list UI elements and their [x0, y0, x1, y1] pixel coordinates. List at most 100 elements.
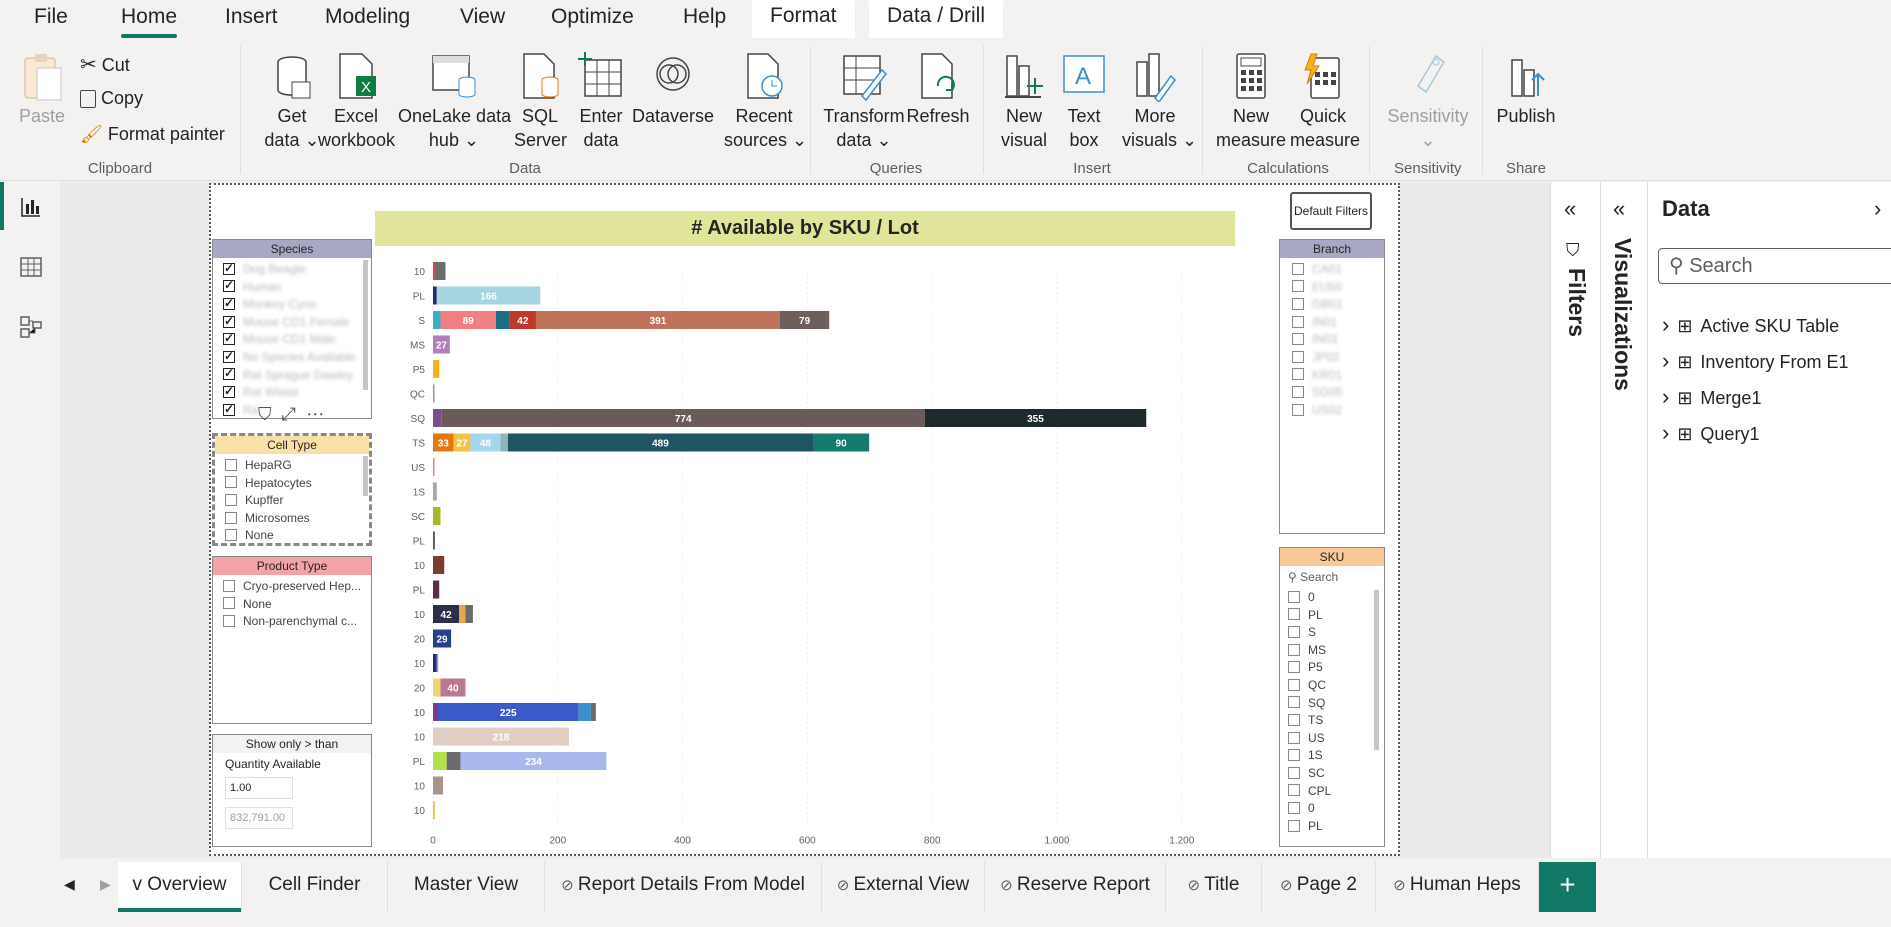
page-tab[interactable]: ⊘ Report Details From Model: [545, 862, 822, 912]
checkbox[interactable]: [223, 402, 235, 416]
bar-segment[interactable]: [436, 654, 439, 672]
get-data-button[interactable]: Get data ⌄: [262, 52, 322, 152]
recent-sources-button[interactable]: Recent sources ⌄: [724, 52, 807, 152]
copy-button[interactable]: Copy: [80, 88, 143, 109]
species-item[interactable]: Mouse CD1 Male: [223, 331, 336, 348]
bar-segment[interactable]: [433, 752, 447, 770]
page-tab[interactable]: Cell Finder: [242, 862, 388, 912]
checkbox[interactable]: [223, 296, 235, 311]
checkbox[interactable]: [1288, 696, 1300, 709]
data-table-item[interactable]: › ⊞ Active SKU Table: [1662, 312, 1839, 338]
bar-segment[interactable]: [433, 703, 438, 721]
cell-type-item[interactable]: Microsomes: [225, 511, 310, 527]
species-item[interactable]: Rat Sprague Dawley: [223, 366, 353, 384]
sku-item[interactable]: S: [1288, 625, 1316, 641]
visualizations-pane-title[interactable]: Visualizations: [1609, 238, 1636, 391]
sku-item[interactable]: 0: [1288, 801, 1315, 817]
text-box-button[interactable]: A Text box: [1058, 52, 1110, 152]
menu-insert[interactable]: Insert: [225, 4, 278, 34]
checkbox[interactable]: [1288, 731, 1300, 744]
default-filters-button[interactable]: Default Filters: [1290, 192, 1372, 230]
bar-segment[interactable]: [433, 654, 437, 672]
species-item[interactable]: No Species Available: [223, 349, 356, 366]
checkbox[interactable]: [1292, 368, 1304, 381]
sku-item[interactable]: PL: [1288, 608, 1323, 624]
page-tab[interactable]: ⊘ External View: [822, 862, 985, 912]
species-item[interactable]: Rat Wistar: [223, 384, 299, 401]
species-item[interactable]: Monkey Cyno: [223, 296, 316, 313]
checkbox[interactable]: [1288, 714, 1300, 727]
onelake-hub-button[interactable]: OneLake data hub ⌄: [398, 52, 511, 152]
quick-measure-button[interactable]: Quick measure: [1290, 52, 1360, 152]
cell-type-item[interactable]: HepaRG: [225, 458, 292, 474]
branch-item[interactable]: SG05: [1292, 385, 1343, 401]
bar-segment[interactable]: [433, 458, 435, 476]
sql-server-button[interactable]: SQL Server: [514, 52, 567, 152]
checkbox[interactable]: [1292, 403, 1304, 416]
bar-segment[interactable]: [446, 752, 461, 770]
species-item[interactable]: Dog Beagle: [223, 261, 306, 278]
menu-home[interactable]: Home: [121, 4, 178, 38]
page-tab[interactable]: Master View: [388, 862, 545, 912]
page-tab[interactable]: ⊘ Human Heps: [1376, 862, 1539, 912]
transform-data-button[interactable]: Transform data ⌄: [822, 52, 906, 152]
chevron-right-icon[interactable]: ›: [1662, 348, 1669, 373]
checkbox[interactable]: [223, 349, 235, 363]
model-view-icon[interactable]: [20, 316, 42, 338]
bar-segment[interactable]: [459, 605, 466, 623]
branch-item[interactable]: EU50: [1292, 280, 1342, 296]
new-visual-button[interactable]: New visual: [998, 52, 1050, 152]
bar-segment[interactable]: [433, 384, 435, 403]
sku-item[interactable]: SC: [1288, 766, 1325, 782]
report-view-icon[interactable]: [20, 196, 42, 218]
paste-button[interactable]: Paste: [18, 52, 66, 128]
dataverse-button[interactable]: Dataverse: [632, 52, 714, 128]
more-visuals-button[interactable]: More visuals ⌄: [1122, 52, 1197, 152]
branch-item[interactable]: CA01: [1292, 262, 1342, 278]
branch-item[interactable]: JP02: [1292, 350, 1339, 366]
focus-mode-icon[interactable]: ⤢: [282, 404, 296, 424]
bar-segment[interactable]: [433, 482, 437, 501]
cell-type-item[interactable]: None: [225, 528, 274, 544]
checkbox[interactable]: [225, 476, 237, 489]
bar-segment[interactable]: [433, 286, 437, 305]
collapse-filters-icon[interactable]: «: [1564, 196, 1576, 222]
checkbox[interactable]: [1288, 608, 1300, 621]
menu-data-drill[interactable]: Data / Drill: [869, 0, 1004, 38]
cell-type-item[interactable]: Kupffer: [225, 493, 283, 509]
excel-workbook-button[interactable]: X Excel workbook: [318, 52, 395, 152]
sku-item[interactable]: US: [1288, 731, 1325, 747]
checkbox[interactable]: [223, 615, 235, 628]
bar-segment[interactable]: [433, 580, 440, 599]
page-tab[interactable]: v Overview: [118, 862, 242, 912]
filters-pane-title[interactable]: Filters: [1563, 268, 1590, 337]
checkbox[interactable]: [1292, 333, 1304, 346]
menu-modeling[interactable]: Modeling: [325, 4, 410, 34]
menu-file[interactable]: File: [34, 4, 68, 34]
bar-segment[interactable]: [433, 409, 442, 427]
data-table-item[interactable]: › ⊞ Query1: [1662, 420, 1759, 446]
checkbox[interactable]: [1288, 784, 1300, 797]
format-painter-button[interactable]: 🖌 Format painter: [80, 124, 225, 145]
chevron-right-icon[interactable]: ›: [1662, 384, 1669, 409]
checkbox[interactable]: [223, 314, 235, 328]
checkbox[interactable]: [223, 278, 235, 293]
checkbox[interactable]: [1288, 678, 1300, 691]
checkbox[interactable]: [1288, 626, 1300, 639]
checkbox[interactable]: [225, 511, 237, 524]
checkbox[interactable]: [1292, 280, 1304, 293]
sku-item[interactable]: QC: [1288, 678, 1326, 694]
bar-segment[interactable]: [435, 262, 446, 280]
checkbox[interactable]: [225, 494, 237, 507]
bar-segment[interactable]: [433, 776, 443, 795]
branch-item[interactable]: GB01: [1292, 297, 1343, 313]
bar-segment[interactable]: [433, 531, 435, 550]
sku-item[interactable]: 0: [1288, 590, 1315, 606]
refresh-button[interactable]: Refresh: [906, 52, 970, 128]
checkbox[interactable]: [1292, 262, 1304, 275]
quantity-max-input[interactable]: 832,791.00: [225, 807, 293, 829]
bar-segment[interactable]: [433, 360, 440, 378]
new-measure-button[interactable]: New measure: [1216, 52, 1286, 152]
checkbox[interactable]: [1288, 802, 1300, 815]
sku-item[interactable]: PL: [1288, 819, 1323, 835]
